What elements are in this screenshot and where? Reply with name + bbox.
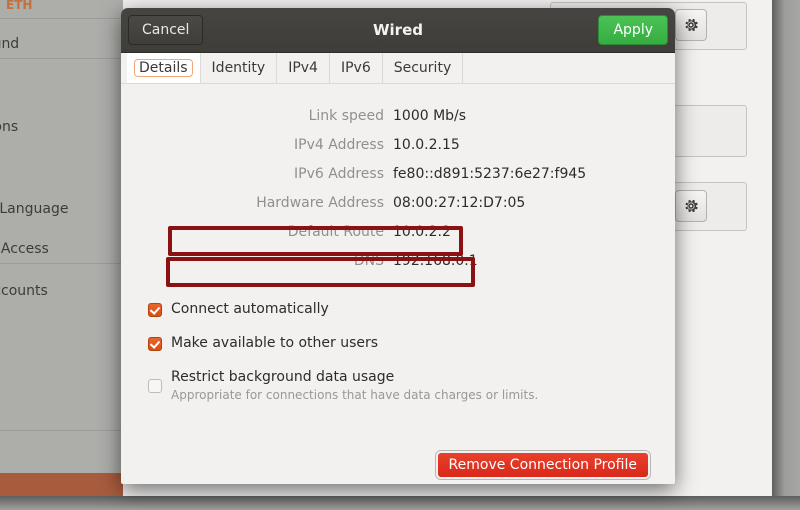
window-edge-bottom — [0, 496, 800, 510]
option-restrict-background-data-usage[interactable]: Restrict background data usage Appropria… — [148, 369, 675, 402]
window-edge-right — [772, 0, 800, 510]
background-top-label: ETH — [6, 0, 33, 12]
detail-label: IPv4 Address — [294, 136, 384, 153]
dialog-tabbar: Details Identity IPv4 IPv6 Security — [121, 53, 675, 84]
dialog-titlebar: Cancel Wired Apply — [121, 8, 675, 53]
sidebar-item-region-language[interactable]: & Language — [0, 189, 123, 229]
sidebar-item-online-accounts[interactable]: Accounts — [0, 271, 123, 311]
detail-value: fe80::d891:5237:6e27:f945 — [393, 165, 587, 182]
detail-row-dns: DNS 192.168.0.1 — [121, 246, 675, 275]
detail-row-link-speed: Link speed 1000 Mb/s — [121, 101, 675, 130]
detail-value: 192.168.0.1 — [393, 252, 478, 269]
detail-label: IPv6 Address — [294, 165, 384, 182]
sidebar-item-label: Accounts — [0, 283, 48, 299]
gear-icon-button-top[interactable] — [675, 9, 707, 41]
option-make-available-to-other-users[interactable]: Make available to other users — [148, 335, 675, 352]
detail-value: 1000 Mb/s — [393, 107, 467, 124]
detail-row-ipv4-address: IPv4 Address 10.0.2.15 — [121, 130, 675, 159]
detail-value: 08:00:27:12:D7:05 — [393, 194, 526, 211]
detail-value: 10.0.2.15 — [393, 136, 460, 153]
connection-options-list: Connect automatically Make available to … — [121, 301, 675, 402]
wired-connection-dialog: Cancel Wired Apply Details Identity IPv4… — [121, 8, 675, 484]
detail-label: Default Route — [287, 223, 384, 240]
tab-ipv4[interactable]: IPv4 — [277, 53, 330, 83]
gear-icon-button-bottom[interactable] — [675, 190, 707, 222]
sidebar-item-label: tions — [0, 119, 19, 135]
tab-label: Identity — [211, 60, 266, 76]
sidebar-item-label: ound — [0, 36, 20, 52]
tab-label: IPv4 — [288, 60, 318, 76]
gear-icon — [685, 18, 698, 32]
tab-ipv6[interactable]: IPv6 — [330, 53, 383, 83]
sidebar-item-sound[interactable]: ound — [0, 24, 123, 64]
detail-row-default-route: Default Route 10.0.2.2 — [121, 217, 675, 246]
sidebar-item-notifications[interactable]: tions — [0, 107, 123, 147]
settings-sidebar: ound tions & Language al Access Accounts… — [0, 0, 123, 510]
checkbox-connect-automatically[interactable] — [148, 303, 162, 317]
checkbox-restrict-background-data-usage[interactable] — [148, 379, 162, 394]
tab-label: Details — [134, 59, 193, 77]
option-connect-automatically[interactable]: Connect automatically — [148, 301, 675, 317]
detail-value: 10.0.2.2 — [393, 223, 451, 240]
detail-row-hardware-address: Hardware Address 08:00:27:12:D7:05 — [121, 188, 675, 217]
connection-details-list: Link speed 1000 Mb/s IPv4 Address 10.0.2… — [121, 101, 675, 275]
option-description: Appropriate for connections that have da… — [171, 388, 539, 403]
tab-details[interactable]: Details — [127, 53, 201, 83]
option-label: Make available to other users — [171, 335, 379, 352]
tab-label: Security — [393, 60, 452, 76]
sidebar-item-label: al Access — [0, 241, 49, 257]
sidebar-divider — [0, 430, 123, 431]
sidebar-item-label: & Language — [0, 201, 69, 217]
tab-security[interactable]: Security — [383, 53, 464, 83]
detail-row-ipv6-address: IPv6 Address fe80::d891:5237:6e27:f945 — [121, 159, 675, 188]
remove-connection-profile-button[interactable]: Remove Connection Profile — [435, 451, 650, 479]
dialog-title: Wired — [373, 21, 423, 39]
sidebar-divider — [0, 18, 123, 19]
option-label: Restrict background data usage — [171, 369, 395, 386]
cancel-button[interactable]: Cancel — [128, 15, 204, 45]
dialog-footer: Remove Connection Profile — [121, 451, 675, 479]
apply-button[interactable]: Apply — [598, 15, 668, 45]
dialog-body: Link speed 1000 Mb/s IPv4 Address 10.0.2… — [121, 101, 675, 484]
checkbox-make-available-to-other-users[interactable] — [148, 337, 162, 352]
tab-label: IPv6 — [340, 60, 371, 76]
detail-label: Hardware Address — [256, 194, 384, 211]
detail-label: Link speed — [308, 107, 384, 124]
sidebar-item-universal-access[interactable]: al Access — [0, 229, 123, 269]
tab-identity[interactable]: Identity — [201, 53, 278, 83]
option-label: Connect automatically — [171, 301, 329, 317]
gear-icon — [685, 199, 698, 213]
detail-label: DNS — [353, 252, 384, 269]
